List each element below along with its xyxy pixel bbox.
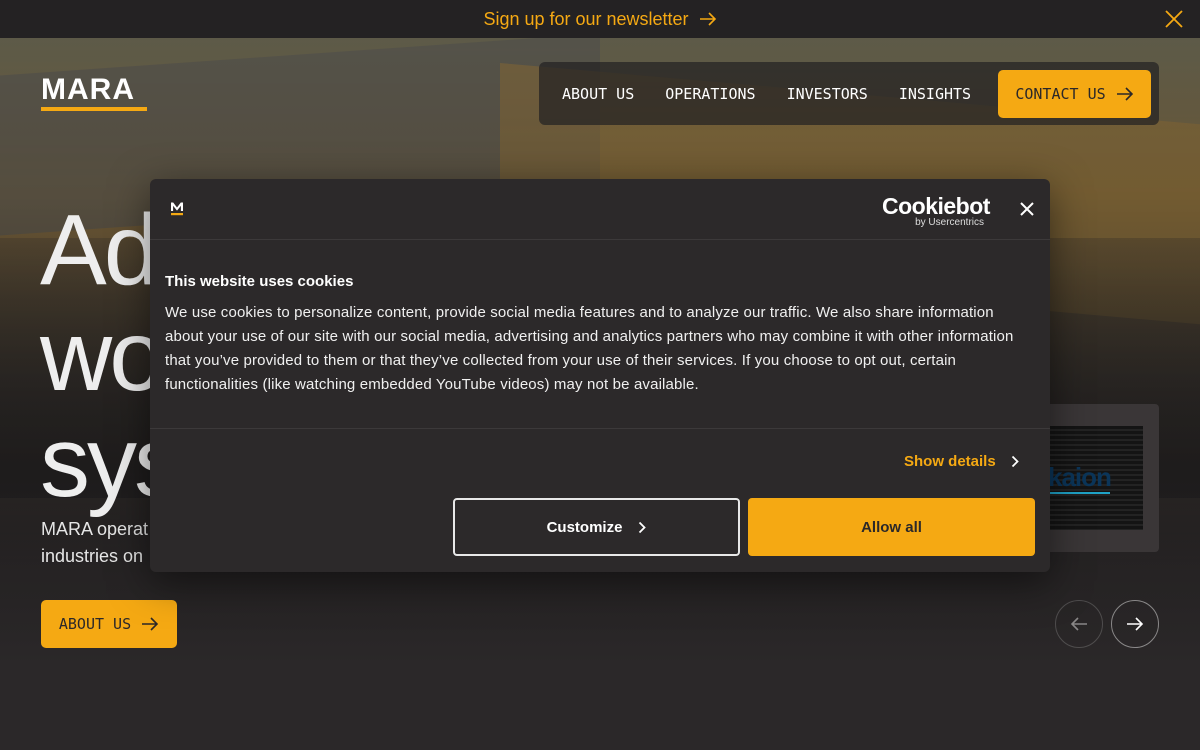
- contact-us-button[interactable]: CONTACT US: [998, 70, 1151, 118]
- nav-item-insights[interactable]: INSIGHTS: [899, 85, 971, 103]
- nav-item-investors[interactable]: INVESTORS: [787, 85, 868, 103]
- cookiebot-logo[interactable]: Cookiebot by Usercentrics: [882, 193, 990, 228]
- carousel-prev-button[interactable]: [1055, 600, 1103, 648]
- newsletter-label: Sign up for our newsletter: [483, 8, 689, 29]
- cookie-dialog-body: We use cookies to personalize content, p…: [165, 304, 1014, 393]
- allow-all-label: Allow all: [861, 518, 922, 536]
- chevron-right-icon: [1011, 455, 1019, 468]
- about-us-button[interactable]: ABOUT US: [41, 600, 177, 648]
- close-icon[interactable]: [1164, 9, 1184, 29]
- allow-all-button[interactable]: Allow all: [748, 498, 1035, 556]
- logo-wordmark: MARA: [41, 73, 135, 106]
- show-details-label: Show details: [904, 453, 996, 470]
- newsletter-link[interactable]: Sign up for our newsletter: [483, 9, 716, 30]
- main-nav: ABOUT US OPERATIONS INVESTORS INSIGHTS C…: [539, 62, 1159, 125]
- mara-mark-icon: [171, 202, 183, 216]
- arrow-right-icon: [699, 12, 716, 26]
- about-us-label: ABOUT US: [58, 615, 132, 633]
- logo-underline: [41, 107, 147, 111]
- card-brand-text: kaion: [1048, 462, 1112, 492]
- cookie-consent-dialog: Cookiebot by Usercentrics This website u…: [150, 179, 1050, 572]
- cookiebot-sub: by Usercentrics: [915, 217, 984, 228]
- show-details-link[interactable]: Show details: [904, 453, 1019, 470]
- nav-item-about-us[interactable]: ABOUT US: [562, 85, 634, 103]
- cookie-dialog-title: This website uses cookies: [165, 273, 354, 290]
- divider: [150, 428, 1050, 429]
- arrow-right-icon: [1116, 87, 1133, 101]
- newsletter-bar: Sign up for our newsletter: [0, 0, 1200, 38]
- card-brand-underline: [1050, 492, 1110, 494]
- contact-us-label: CONTACT US: [1015, 85, 1106, 103]
- carousel-next-button[interactable]: [1111, 600, 1159, 648]
- cookiebot-brand: Cookiebot: [882, 193, 990, 219]
- cookie-dialog-header: Cookiebot by Usercentrics: [150, 179, 1050, 240]
- customize-button[interactable]: Customize: [453, 498, 740, 556]
- arrow-left-icon: [1070, 617, 1087, 631]
- chevron-right-icon: [639, 521, 647, 533]
- close-icon[interactable]: [1019, 201, 1035, 217]
- arrow-right-icon: [142, 617, 159, 631]
- customize-label: Customize: [546, 518, 623, 536]
- arrow-right-icon: [1127, 617, 1144, 631]
- mara-logo[interactable]: MARA: [41, 73, 147, 111]
- nav-item-operations[interactable]: OPERATIONS: [665, 85, 755, 103]
